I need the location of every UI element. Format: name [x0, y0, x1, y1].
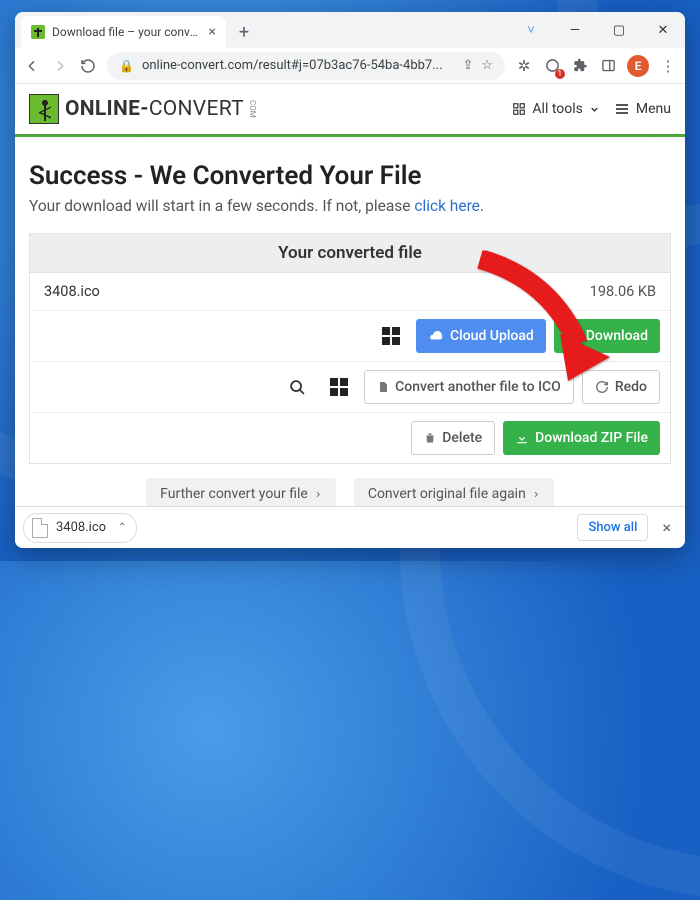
all-tools-label: All tools: [532, 101, 582, 117]
page-content: ONLINE-CONVERT COM All tools Menu: [15, 84, 685, 548]
forward-button[interactable]: [51, 57, 69, 75]
side-panel-icon[interactable]: [599, 57, 617, 75]
favicon-icon: [31, 25, 45, 39]
qr-code-button[interactable]: [374, 319, 408, 353]
file-row: 3408.ico 198.06 KB: [30, 273, 670, 311]
file-icon: [377, 380, 389, 394]
chevron-up-icon[interactable]: ⌃: [118, 522, 126, 533]
tertiary-action-row: Delete Download ZIP File: [30, 413, 670, 463]
cloud-icon: [428, 329, 444, 343]
file-icon: [32, 518, 48, 538]
tab-title: Download file – your conversion: [52, 25, 202, 39]
star-icon[interactable]: ☆: [481, 58, 493, 73]
new-tab-button[interactable]: +: [230, 18, 258, 46]
file-size: 198.06 KB: [590, 283, 656, 300]
download-shelf: 3408.ico ⌃ Show all ×: [15, 506, 685, 548]
page-heading: Success - We Converted Your File: [29, 161, 671, 191]
qr-code-button-2[interactable]: [322, 370, 356, 404]
download-icon: [566, 329, 580, 343]
window-maximize-button[interactable]: ▢: [597, 12, 641, 48]
lock-icon: 🔒: [119, 59, 134, 73]
logo-text-1: ONLINE-: [65, 97, 149, 121]
browser-window: Download file – your conversion × + ˅ — …: [15, 12, 685, 548]
tab-close-icon[interactable]: ×: [209, 24, 216, 40]
file-name: 3408.ico: [44, 283, 100, 300]
site-header: ONLINE-CONVERT COM All tools Menu: [15, 84, 685, 132]
download-icon: [515, 431, 529, 445]
secondary-action-row: Convert another file to ICO Redo: [30, 362, 670, 413]
trash-icon: [424, 431, 436, 445]
download-chip-filename: 3408.ico: [56, 520, 106, 535]
chrome-menu-icon[interactable]: ⋮: [659, 57, 677, 75]
download-zip-button[interactable]: Download ZIP File: [503, 421, 660, 455]
site-logo[interactable]: ONLINE-CONVERT COM: [29, 94, 257, 124]
chevron-right-icon: [532, 489, 540, 500]
window-dropdown-button[interactable]: ˅: [509, 12, 553, 48]
chevron-right-icon: [314, 489, 322, 500]
logo-text-2: CONVERT: [149, 97, 244, 121]
address-bar: 🔒 online-convert.com/result#j=07b3ac76-5…: [15, 48, 685, 84]
settings-gear-icon[interactable]: ✲: [515, 57, 533, 75]
click-here-link[interactable]: click here: [414, 197, 480, 215]
download-button[interactable]: Download: [554, 319, 660, 353]
converted-file-panel: Your converted file 3408.ico 198.06 KB C…: [29, 233, 671, 464]
redo-button[interactable]: Redo: [582, 370, 660, 404]
primary-action-row: Cloud Upload Download: [30, 311, 670, 362]
page-subtext: Your download will start in a few second…: [29, 197, 671, 215]
share-icon[interactable]: ⇪: [462, 58, 473, 73]
main-menu[interactable]: Menu: [614, 101, 671, 117]
download-shelf-close[interactable]: ×: [656, 518, 677, 537]
site-nav: All tools Menu: [512, 101, 671, 117]
logo-tld: COM: [248, 100, 257, 118]
browser-tab[interactable]: Download file – your conversion ×: [21, 16, 226, 48]
show-all-button[interactable]: Show all: [577, 514, 648, 541]
profile-avatar[interactable]: E: [627, 55, 649, 77]
window-minimize-button[interactable]: —: [553, 12, 597, 48]
reload-button[interactable]: [79, 57, 97, 75]
grid-icon: [512, 102, 526, 116]
search-icon[interactable]: [280, 370, 314, 404]
window-controls: ˅ — ▢ ✕: [509, 12, 685, 48]
url-field[interactable]: 🔒 online-convert.com/result#j=07b3ac76-5…: [107, 52, 505, 80]
extension-notif-icon[interactable]: [543, 57, 561, 75]
window-close-button[interactable]: ✕: [641, 12, 685, 48]
extensions-puzzle-icon[interactable]: [571, 57, 589, 75]
download-chip[interactable]: 3408.ico ⌃: [23, 513, 137, 543]
logo-mark-icon: [29, 94, 59, 124]
bottom-links: Further convert your file Convert origin…: [29, 464, 671, 510]
back-button[interactable]: [23, 57, 41, 75]
convert-another-button[interactable]: Convert another file to ICO: [364, 370, 574, 404]
hamburger-icon: [614, 101, 630, 117]
redo-icon: [595, 380, 609, 394]
delete-button[interactable]: Delete: [411, 421, 495, 455]
titlebar: Download file – your conversion × + ˅ — …: [15, 12, 685, 48]
menu-label: Menu: [636, 101, 671, 117]
chevron-down-icon: [589, 104, 600, 115]
panel-title: Your converted file: [30, 234, 670, 273]
url-text: online-convert.com/result#j=07b3ac76-54b…: [142, 58, 454, 73]
all-tools-menu[interactable]: All tools: [512, 101, 599, 117]
cloud-upload-button[interactable]: Cloud Upload: [416, 319, 546, 353]
